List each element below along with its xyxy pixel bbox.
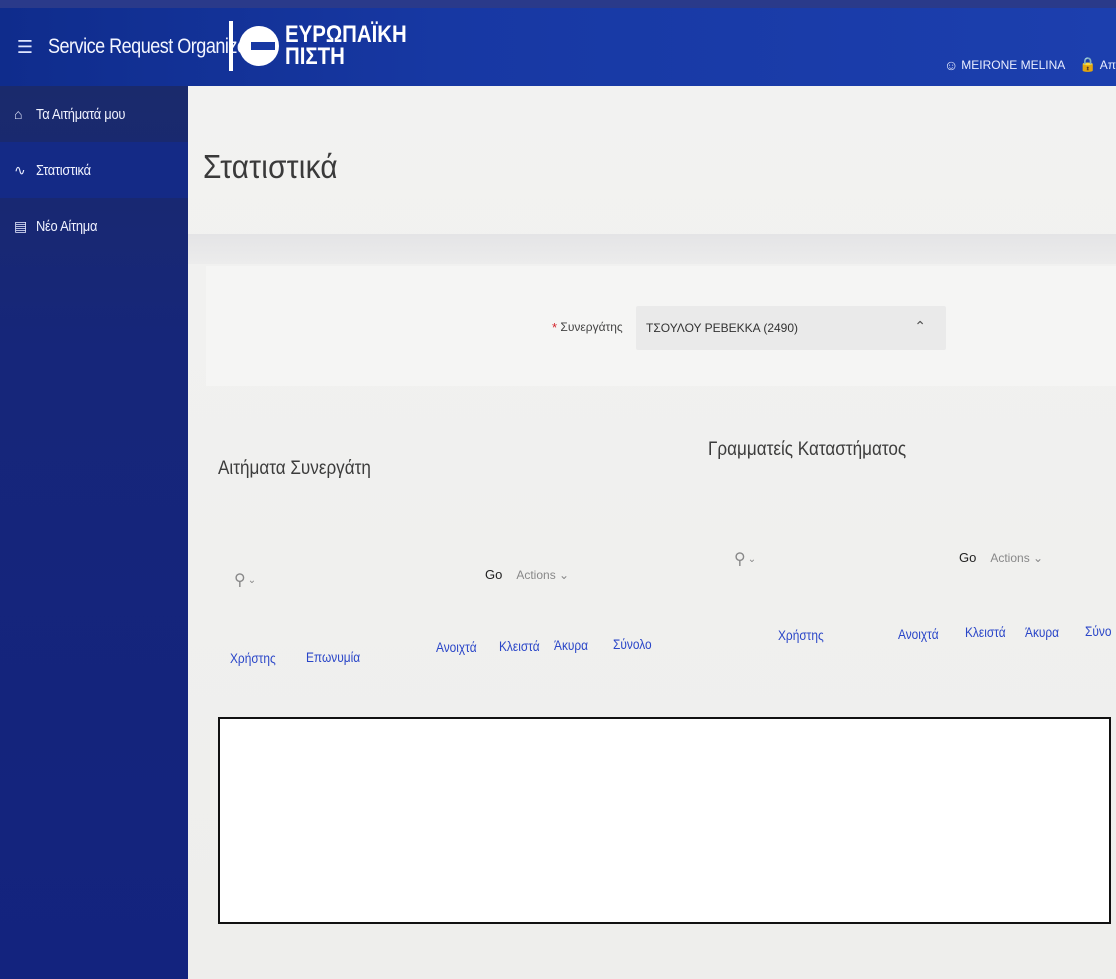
- chevron-down-icon[interactable]: ⌄: [748, 554, 756, 565]
- user-area: ☺ MEIRONE MELINA 🔒 Απ: [944, 56, 1116, 73]
- logo-line2: ΠΙΣΤΗ: [285, 43, 345, 70]
- user-icon: ☺: [943, 56, 959, 73]
- partner-requests-search[interactable]: ⚲ ⌄: [234, 570, 256, 590]
- home-icon: ⌂: [14, 106, 23, 122]
- logo-divider: [229, 21, 233, 71]
- top-header: ☰ Service Request Organizer ΕΥΡΩΠΑΪΚΗ ΠΙ…: [0, 8, 1116, 86]
- user-name[interactable]: MEIRONE MELINA: [961, 58, 1065, 72]
- logo-text: ΕΥΡΩΠΑΪΚΗ ΠΙΣΤΗ: [285, 23, 407, 70]
- lock-icon: 🔒: [1079, 56, 1097, 72]
- folder-icon: ▤: [14, 217, 28, 234]
- partner-select-value: ΤΣΟΥΛΟΥ ΡΕΒΕΚΚΑ (2490): [646, 321, 799, 335]
- sidebar: ⌂ Τα Αιτήματά μου ∿ Στατιστικά ▤ Νέο Αίτ…: [0, 86, 188, 979]
- main-content: Στατιστικά * Συνεργάτης ΤΣΟΥΛΟΥ ΡΕΒΕΚΚΑ …: [188, 86, 1116, 979]
- app-title[interactable]: Service Request Organizer: [48, 35, 252, 59]
- search-icon[interactable]: ⚲: [234, 570, 246, 590]
- actions-label: Actions: [990, 550, 1030, 565]
- actions-label: Actions: [516, 567, 556, 582]
- partner-requests-toolbar: Go Actions ⌄: [485, 567, 569, 582]
- partner-field-label: * Συνεργάτης: [552, 320, 623, 335]
- filter-panel: * Συνεργάτης ΤΣΟΥΛΟΥ ΡΕΒΕΚΚΑ (2490) ⌃: [206, 266, 1116, 386]
- column-header-total[interactable]: Σύνο: [1085, 623, 1111, 639]
- sidebar-item-my-requests[interactable]: ⌂ Τα Αιτήματά μου: [0, 86, 188, 142]
- company-logo: ΕΥΡΩΠΑΪΚΗ ΠΙΣΤΗ: [229, 17, 428, 75]
- partner-label-text: Συνεργάτης: [560, 320, 623, 334]
- logout-link[interactable]: Απ: [1100, 58, 1116, 72]
- column-header-user[interactable]: Χρήστης: [230, 650, 276, 666]
- search-icon[interactable]: ⚲: [734, 549, 746, 569]
- partner-requests-title: Αιτήματα Συνεργάτη: [218, 458, 371, 479]
- page-title: Στατιστικά: [203, 148, 338, 185]
- chevron-up-icon[interactable]: ⌃: [914, 318, 926, 335]
- sidebar-item-label: Νέο Αίτημα: [36, 217, 98, 235]
- column-header-name[interactable]: Επωνυμία: [306, 649, 360, 665]
- chart-icon: ∿: [14, 161, 26, 178]
- column-header-open[interactable]: Ανοιχτά: [898, 626, 939, 642]
- go-button[interactable]: Go: [485, 567, 502, 582]
- column-header-void[interactable]: Άκυρα: [554, 637, 588, 653]
- store-clerks-toolbar: Go Actions ⌄: [959, 550, 1043, 565]
- partner-select[interactable]: ΤΣΟΥΛΟΥ ΡΕΒΕΚΚΑ (2490) ⌃: [636, 306, 946, 350]
- store-clerks-title: Γραμματείς Καταστήματος: [708, 439, 907, 460]
- redacted-table-area: [218, 717, 1111, 924]
- go-button[interactable]: Go: [959, 550, 976, 565]
- sidebar-item-label: Τα Αιτήματά μου: [36, 105, 126, 123]
- column-header-total[interactable]: Σύνολο: [613, 636, 652, 652]
- column-header-closed[interactable]: Κλειστά: [499, 638, 540, 654]
- actions-menu-button[interactable]: Actions ⌄: [990, 551, 1043, 565]
- column-header-void[interactable]: Άκυρα: [1025, 624, 1059, 640]
- sidebar-item-label: Στατιστικά: [36, 161, 91, 179]
- actions-menu-button[interactable]: Actions ⌄: [516, 568, 569, 582]
- column-header-user[interactable]: Χρήστης: [778, 627, 824, 643]
- column-header-open[interactable]: Ανοιχτά: [436, 639, 477, 655]
- title-band: [188, 234, 1116, 264]
- hamburger-icon[interactable]: ☰: [10, 32, 40, 62]
- required-mark: *: [552, 320, 558, 335]
- sidebar-item-new-request[interactable]: ▤ Νέο Αίτημα: [0, 198, 188, 254]
- sidebar-item-statistics[interactable]: ∿ Στατιστικά: [0, 142, 188, 198]
- chevron-down-icon[interactable]: ⌄: [248, 575, 256, 586]
- chevron-down-icon: ⌄: [1033, 550, 1044, 565]
- logo-mark-icon: [239, 26, 279, 66]
- screen: ☰ Service Request Organizer ΕΥΡΩΠΑΪΚΗ ΠΙ…: [0, 8, 1116, 979]
- store-clerks-search[interactable]: ⚲ ⌄: [734, 549, 756, 569]
- chevron-down-icon: ⌄: [559, 567, 570, 582]
- column-header-closed[interactable]: Κλειστά: [965, 624, 1006, 640]
